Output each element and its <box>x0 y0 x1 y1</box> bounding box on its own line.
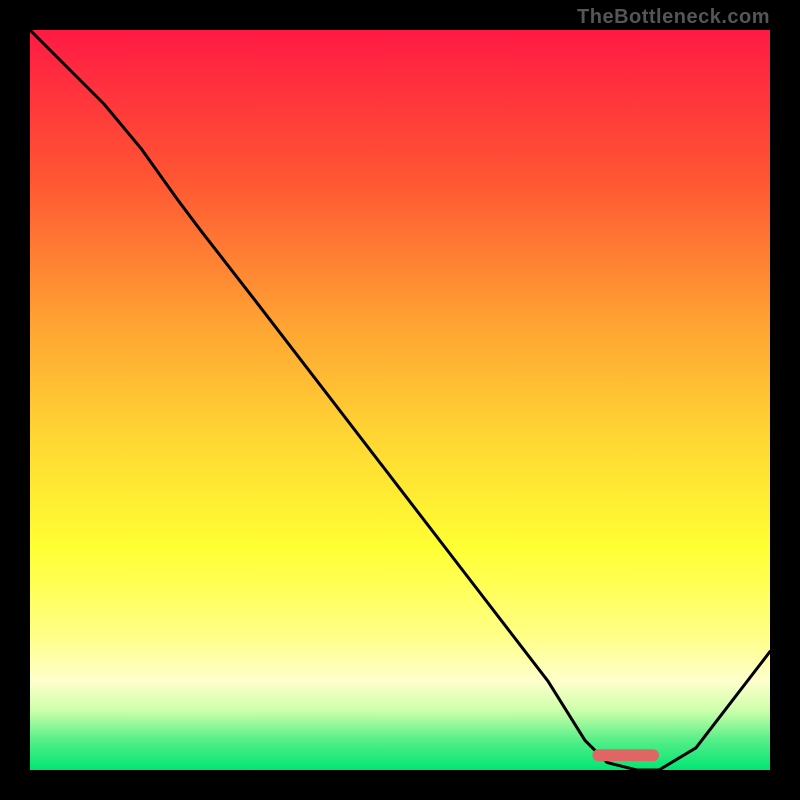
optimal-marker <box>592 749 659 761</box>
chart-root: TheBottleneck.com <box>0 0 800 800</box>
gradient-background <box>30 30 770 770</box>
watermark-text: TheBottleneck.com <box>577 6 770 29</box>
chart-svg <box>30 30 770 770</box>
plot-area <box>30 30 770 770</box>
